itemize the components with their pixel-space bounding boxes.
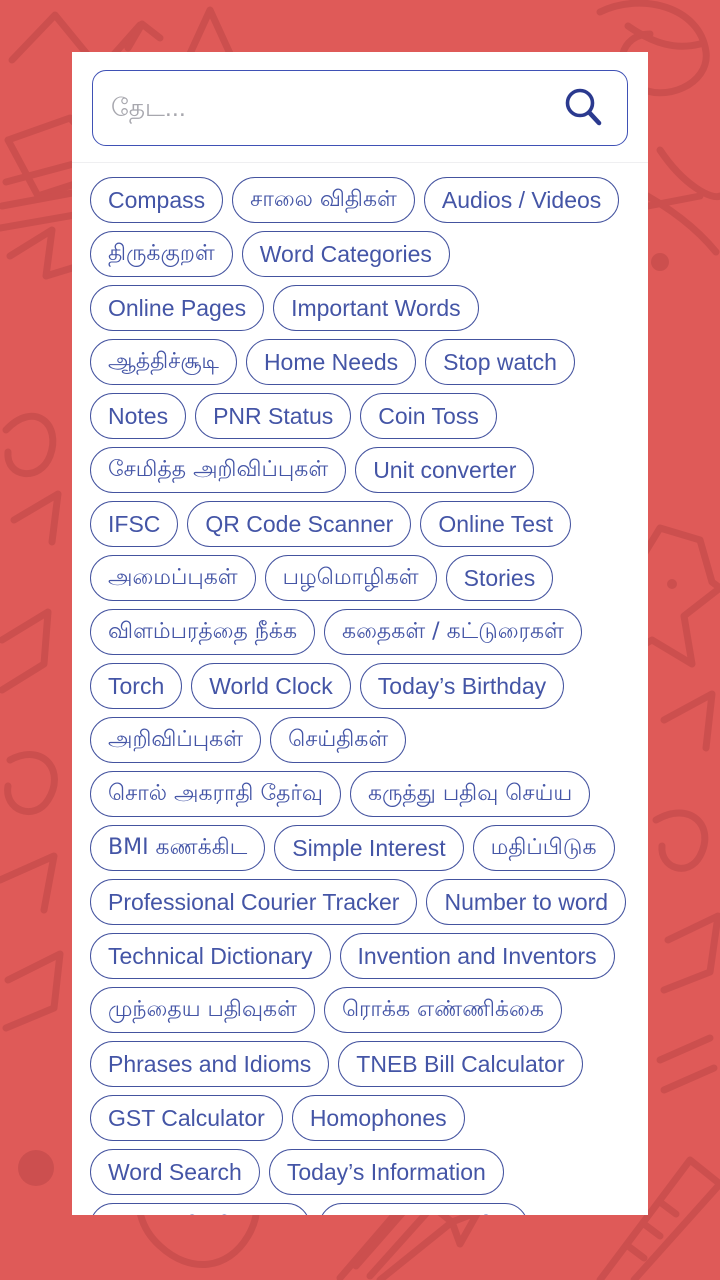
feature-chip[interactable]: Word Categories	[241, 231, 450, 277]
feature-chip[interactable]: BMI கணக்கிட	[90, 825, 266, 871]
feature-chip[interactable]: Coin Toss	[360, 393, 497, 439]
feature-chip[interactable]: கருத்து பதிவு செய்ய	[349, 771, 591, 817]
feature-chip[interactable]: Unit converter	[355, 447, 535, 493]
feature-chip[interactable]: சேமித்த அறிவிப்புகள்	[90, 447, 347, 493]
feature-chip[interactable]: சாலை விதிகள்	[232, 177, 415, 223]
feature-chip-list[interactable]: Compass சாலை விதிகள் Audios / Videos திருக்…	[72, 163, 648, 1215]
feature-chip[interactable]: TNEB Bill Calculator	[338, 1041, 583, 1087]
feature-chip[interactable]: திருக்குறள்	[90, 231, 233, 277]
feature-chip[interactable]: மதிப்பிடுக	[472, 825, 615, 871]
feature-chip[interactable]: Online Test	[420, 501, 571, 547]
feature-chip[interactable]: பழமொழிகள்	[264, 555, 437, 601]
feature-chip[interactable]: Word Search	[90, 1149, 260, 1195]
feature-chip[interactable]: Today’s Birthday	[359, 663, 565, 709]
feature-chip[interactable]: Notes	[90, 393, 187, 439]
search-header	[72, 52, 648, 163]
feature-chip[interactable]: Phrases and Idioms	[90, 1041, 330, 1087]
feature-chip[interactable]: Technical Dictionary	[90, 933, 331, 979]
feature-chip[interactable]: QR Code Scanner	[187, 501, 412, 547]
main-card: Compassசாலை விதிகள்Audios / Videos திருக்…	[72, 52, 648, 1215]
search-icon	[561, 85, 605, 132]
feature-chip[interactable]: செய்திகள்	[270, 717, 407, 763]
feature-chip[interactable]: அறிவிப்புகள்	[90, 717, 262, 763]
search-button[interactable]	[557, 82, 609, 134]
feature-chip[interactable]: Torch	[90, 663, 183, 709]
feature-chip[interactable]: விளம்பரத்தை நீக்க	[90, 609, 316, 655]
feature-chip[interactable]: வயதை கணக்கிட	[318, 1203, 529, 1215]
search-box[interactable]	[92, 70, 628, 146]
feature-chip[interactable]: Homophones	[291, 1095, 465, 1141]
feature-chip[interactable]: Today’s Information	[268, 1149, 504, 1195]
feature-chip[interactable]: வயது வித்தியாசம்	[90, 1203, 310, 1215]
feature-chip[interactable]: Invention and Inventors	[339, 933, 615, 979]
feature-chip[interactable]: Important Words	[273, 285, 479, 331]
feature-chip[interactable]: Online Pages	[90, 285, 265, 331]
feature-chip[interactable]: சொல் அகராதி தேர்வு	[90, 771, 341, 817]
feature-chip[interactable]: Compass	[90, 177, 224, 223]
feature-chip[interactable]: PNR Status	[195, 393, 352, 439]
feature-chip[interactable]: Stories	[445, 555, 554, 601]
feature-chip[interactable]: World Clock	[191, 663, 351, 709]
feature-chip[interactable]: அமைப்புகள்	[90, 555, 256, 601]
chips-container: Compass சாலை விதிகள் Audios / Videos திருக்…	[90, 177, 630, 1215]
search-input[interactable]	[111, 71, 557, 145]
feature-chip[interactable]: IFSC	[90, 501, 179, 547]
feature-chip[interactable]: Number to word	[426, 879, 627, 925]
feature-chip[interactable]: Professional Courier Tracker	[90, 879, 418, 925]
feature-chip[interactable]: ரொக்க எண்ணிக்கை	[323, 987, 562, 1033]
feature-chip[interactable]: முந்தைய பதிவுகள்	[90, 987, 315, 1033]
feature-chip[interactable]: GST Calculator	[90, 1095, 283, 1141]
feature-chip[interactable]: கதைகள் / கட்டுரைகள்	[324, 609, 582, 655]
feature-chip[interactable]: Simple Interest	[274, 825, 464, 871]
feature-chip[interactable]: Home Needs	[245, 339, 417, 385]
feature-chip[interactable]: Stop watch	[425, 339, 575, 385]
feature-chip[interactable]: Audios / Videos	[423, 177, 620, 223]
feature-chip[interactable]: ஆத்திச்சூடி	[90, 339, 237, 385]
